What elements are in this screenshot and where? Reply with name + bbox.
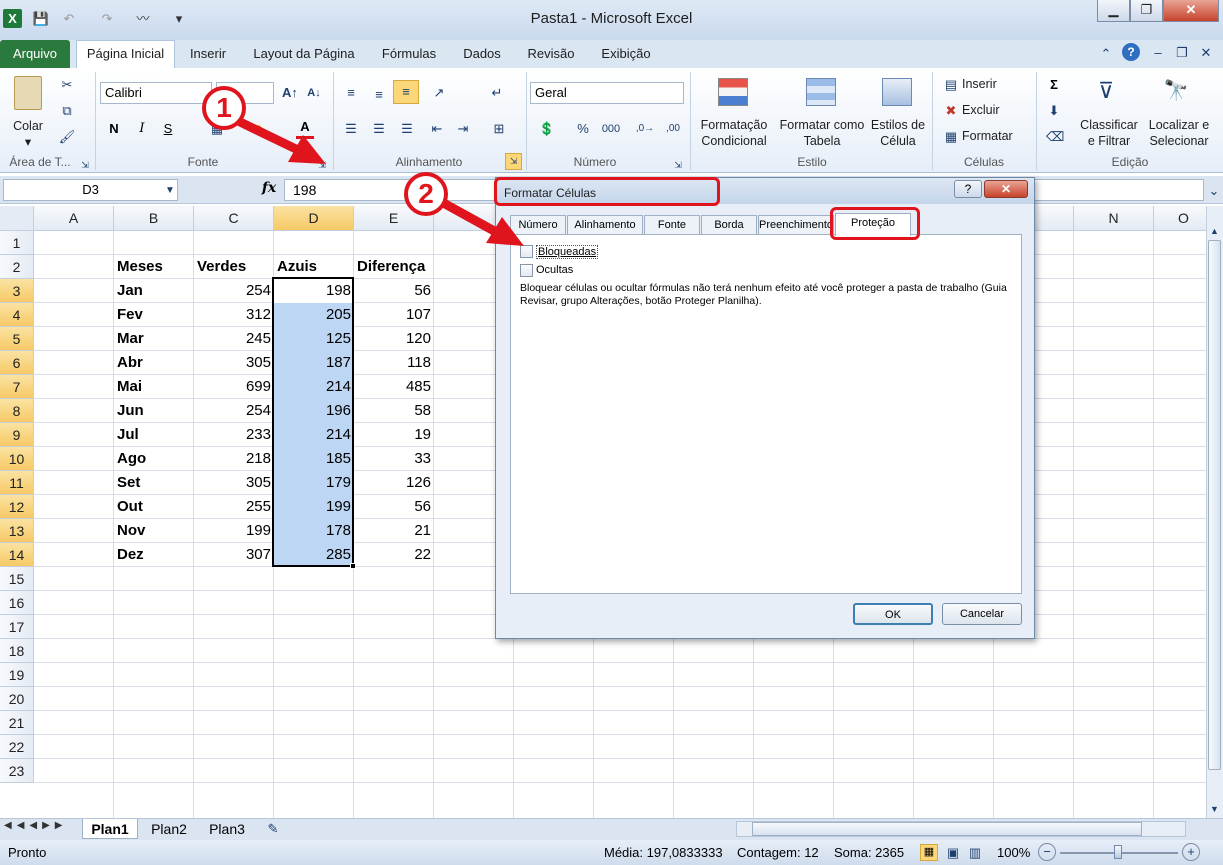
arrow-2-shaft <box>433 195 501 237</box>
arrow-1-shaft <box>231 115 303 155</box>
annotation-arrows <box>231 115 524 246</box>
annotation-callout-2: 2 <box>404 172 448 216</box>
annotation-callout-1: 1 <box>202 86 246 130</box>
